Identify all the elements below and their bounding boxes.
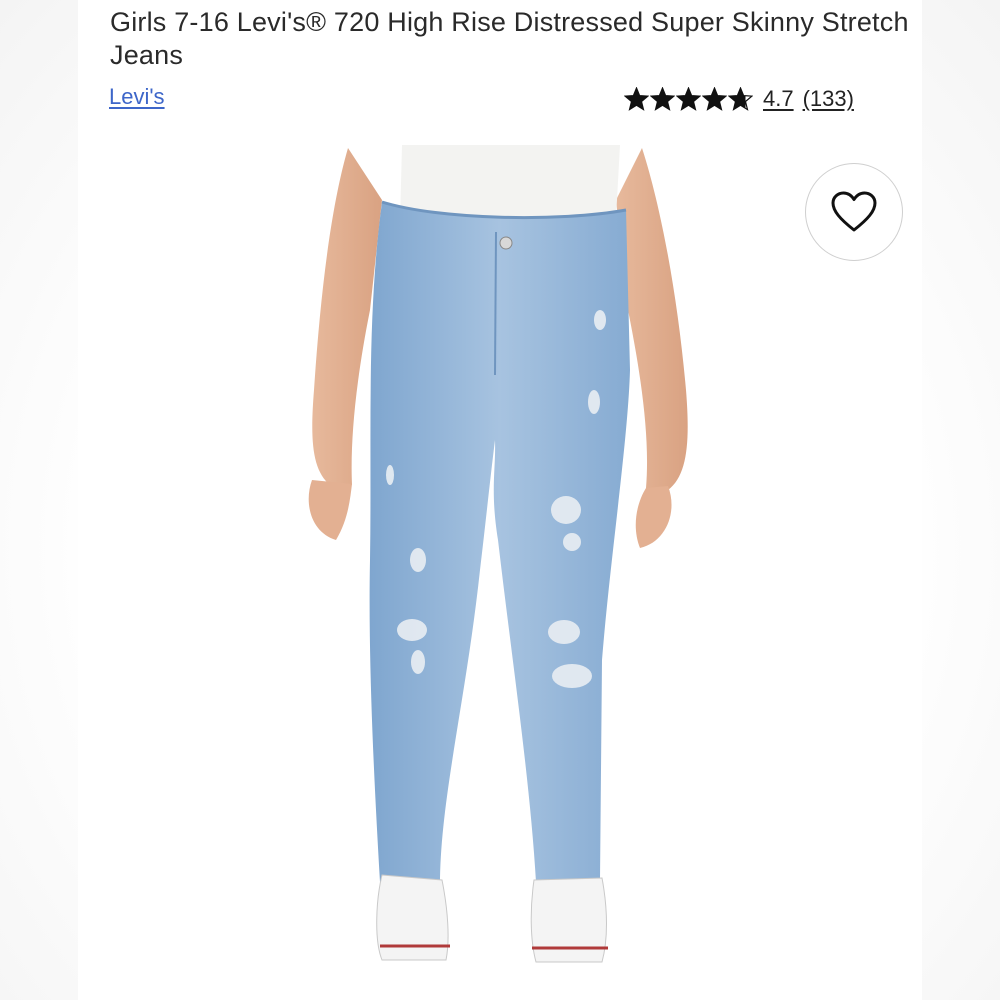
heart-outline-icon — [831, 191, 877, 232]
star-icon — [650, 86, 675, 111]
brand-link[interactable]: Levi's — [109, 84, 165, 110]
star-icon — [702, 86, 727, 111]
product-photo-jeans — [308, 145, 688, 963]
star-icon — [728, 86, 753, 111]
review-count: (133) — [802, 86, 854, 111]
star-icon — [676, 86, 701, 111]
rating-summary[interactable]: 4.7 (133) — [624, 84, 854, 114]
rating-link[interactable]: 4.7 (133) — [763, 86, 854, 112]
star-rating — [624, 86, 753, 112]
jeans — [369, 202, 630, 885]
star-icon — [624, 86, 649, 111]
rating-value: 4.7 — [763, 86, 794, 111]
wishlist-button[interactable] — [805, 163, 903, 261]
product-title: Girls 7-16 Levi's® 720 High Rise Distres… — [110, 7, 909, 70]
